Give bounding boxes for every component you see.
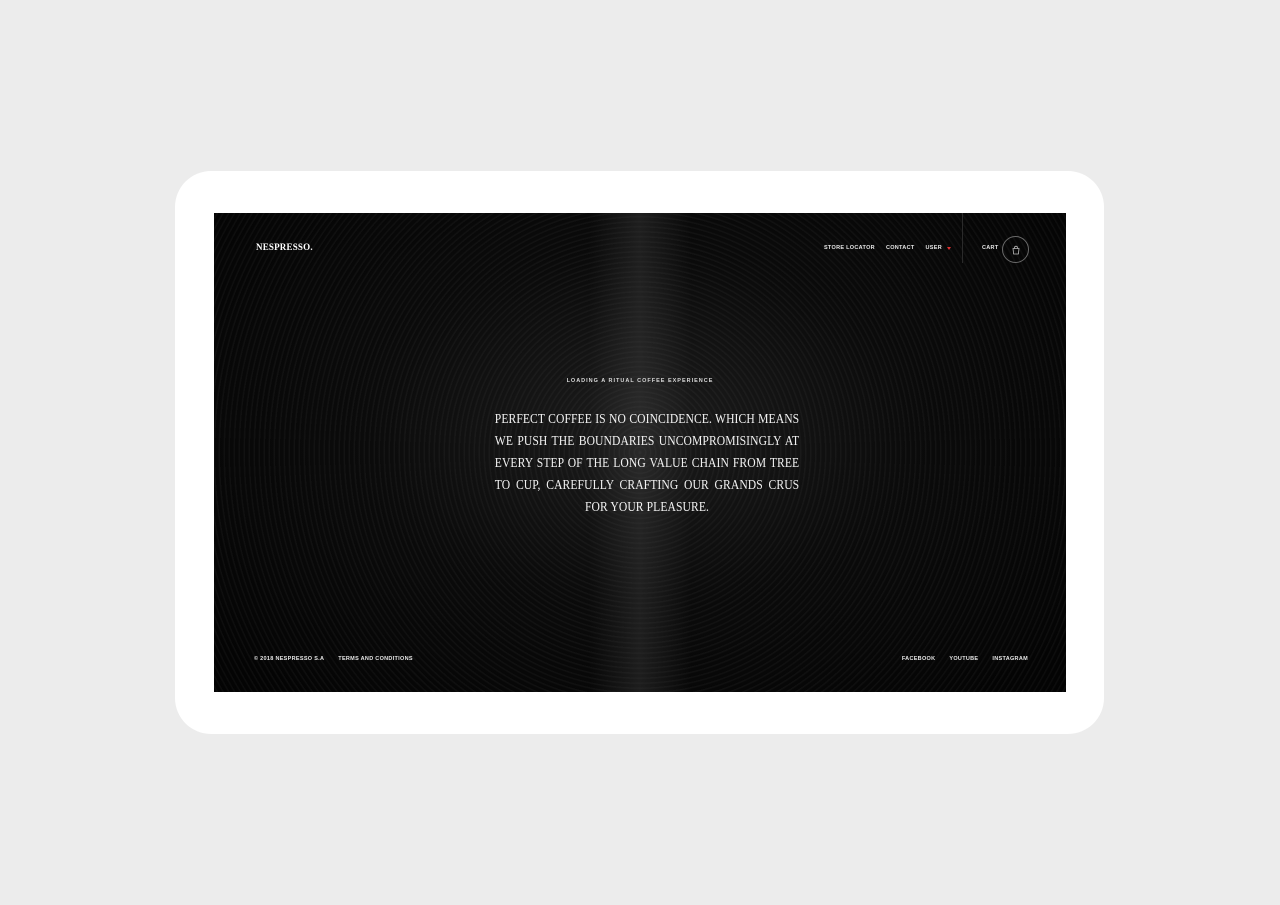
shopping-bag-icon <box>1012 245 1019 254</box>
social-links: FACEBOOK YOUTUBE INSTAGRAM <box>902 656 1028 662</box>
youtube-link[interactable]: YOUTUBE <box>949 656 978 662</box>
cart-button[interactable] <box>1002 236 1029 263</box>
caret-down-icon <box>947 246 951 250</box>
contact-link[interactable]: CONTACT <box>886 245 915 251</box>
copyright-text: © 2018 NESPRESSO S.A <box>254 656 325 662</box>
store-locator-link[interactable]: STORE LOCATOR <box>824 245 875 251</box>
facebook-link[interactable]: FACEBOOK <box>902 656 936 662</box>
cart-link[interactable]: CART <box>982 245 998 251</box>
top-navigation: NESPRESSO. STORE LOCATOR CONTACT USER CA… <box>214 213 1066 263</box>
hero-headline: PERFECT COFFEE IS NO COINCIDENCE. WHICH … <box>494 411 800 514</box>
nav-links: STORE LOCATOR CONTACT USER <box>824 245 951 251</box>
website-screen: NESPRESSO. STORE LOCATOR CONTACT USER CA… <box>214 213 1066 692</box>
footer-left: © 2018 NESPRESSO S.A TERMS AND CONDITION… <box>254 656 413 662</box>
instagram-link[interactable]: INSTAGRAM <box>992 656 1028 662</box>
user-menu[interactable]: USER <box>926 245 951 251</box>
nespresso-logo[interactable]: NESPRESSO. <box>256 242 313 252</box>
loading-label: LOADING A RITUAL COFFEE EXPERIENCE <box>566 378 714 384</box>
terms-link[interactable]: TERMS AND CONDITIONS <box>338 656 413 662</box>
user-link[interactable]: USER <box>926 245 942 251</box>
nav-divider <box>962 213 963 263</box>
